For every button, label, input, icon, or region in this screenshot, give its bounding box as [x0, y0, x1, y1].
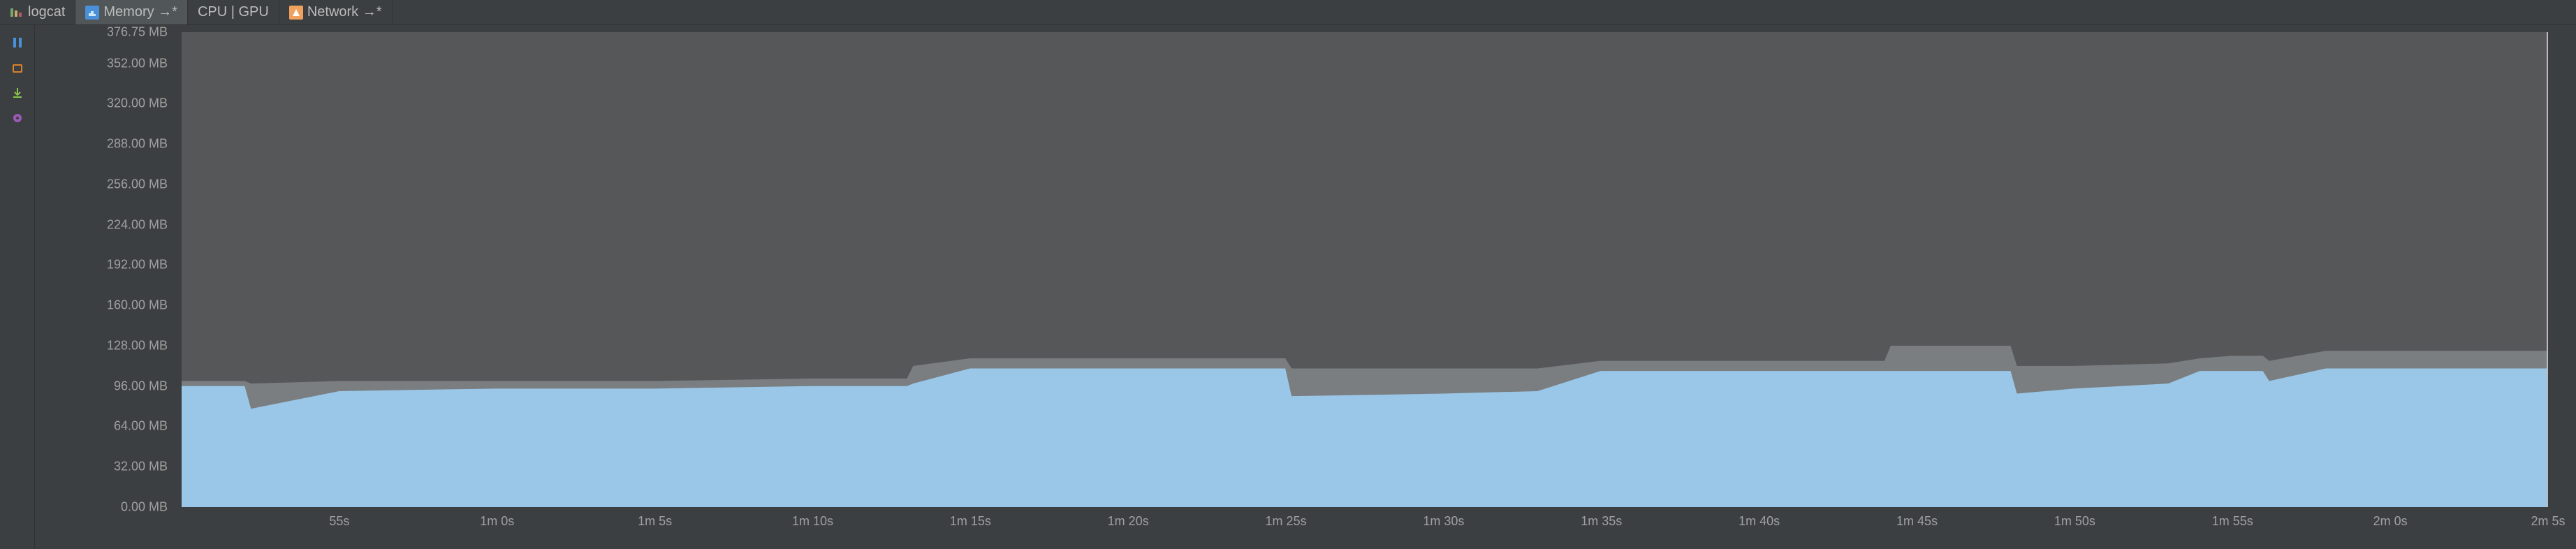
- x-tick-label: 1m 5s: [638, 514, 672, 529]
- y-tick-label: 320.00 MB: [107, 96, 168, 111]
- dump-heap-button[interactable]: [7, 82, 28, 103]
- y-tick-label: 352.00 MB: [107, 56, 168, 71]
- x-tick-label: 1m 15s: [950, 514, 991, 529]
- x-tick-label: 1m 0s: [480, 514, 514, 529]
- y-tick-label: 376.75 MB: [107, 25, 168, 40]
- memory-chart: 0.00 MB 32.00 MB 64.00 MB 96.00 MB 128.00 MB…: [35, 25, 2576, 549]
- tab-label: CPU | GPU: [198, 4, 269, 20]
- x-tick-label: 1m 55s: [2212, 514, 2253, 529]
- y-tick-label: 32.00 MB: [114, 460, 168, 474]
- tab-bar: logcat Memory →* CPU | GPU Network →*: [0, 0, 2576, 25]
- x-tick-label: 1m 25s: [1266, 514, 1307, 529]
- x-tick-label: 1m 20s: [1108, 514, 1149, 529]
- y-tick-label: 160.00 MB: [107, 298, 168, 313]
- gc-button[interactable]: [7, 57, 28, 78]
- memory-icon: [85, 6, 99, 20]
- y-tick-label: 128.00 MB: [107, 338, 168, 353]
- x-tick-label: 1m 30s: [1423, 514, 1464, 529]
- monitor-toolbar: [0, 25, 35, 549]
- y-axis: 0.00 MB32.00 MB64.00 MB96.00 MB128.00 MB…: [35, 32, 175, 507]
- y-tick-label: 224.00 MB: [107, 217, 168, 232]
- x-tick-label: 1m 10s: [792, 514, 833, 529]
- y-tick-label: 288.00 MB: [107, 137, 168, 152]
- tab-label: Memory →*: [103, 4, 177, 20]
- x-axis: 55s 1m 0s 1m 5s 1m 10s 1m 15s 1m 20s 1m 25s 1m …: [182, 514, 2548, 535]
- track-allocations-button[interactable]: [7, 108, 28, 129]
- x-tick-label: 2m 0s: [2373, 514, 2408, 529]
- tab-memory[interactable]: Memory →*: [75, 0, 188, 24]
- tab-network[interactable]: Network →*: [279, 0, 393, 24]
- x-tick-label: 55s: [329, 514, 349, 529]
- y-tick-label: 256.00 MB: [107, 177, 168, 191]
- y-tick-label: 192.00 MB: [107, 258, 168, 272]
- tab-cpu-gpu[interactable]: CPU | GPU: [188, 0, 279, 24]
- tab-logcat[interactable]: logcat: [0, 0, 75, 24]
- tab-label: Network →*: [307, 4, 382, 20]
- x-tick-label: 1m 45s: [1896, 514, 1938, 529]
- logcat-icon: [10, 6, 24, 20]
- x-tick-label: 1m 50s: [2054, 514, 2095, 529]
- network-icon: [289, 6, 303, 20]
- x-tick-label: 1m 40s: [1739, 514, 1780, 529]
- x-tick-label: 1m 35s: [1581, 514, 1622, 529]
- y-tick-label: 0.00 MB: [121, 500, 168, 515]
- x-tick-label: 2m 5s: [2531, 514, 2565, 529]
- chart-plot-area[interactable]: Free [15.59 MB] Allocated [115.40 MB]: [182, 32, 2548, 507]
- y-tick-label: 64.00 MB: [114, 419, 168, 434]
- pause-button[interactable]: [7, 32, 28, 53]
- y-tick-label: 96.00 MB: [114, 379, 168, 393]
- tab-label: logcat: [28, 4, 65, 20]
- memory-monitor-panel: 0.00 MB 32.00 MB 64.00 MB 96.00 MB 128.00 MB…: [0, 25, 2576, 549]
